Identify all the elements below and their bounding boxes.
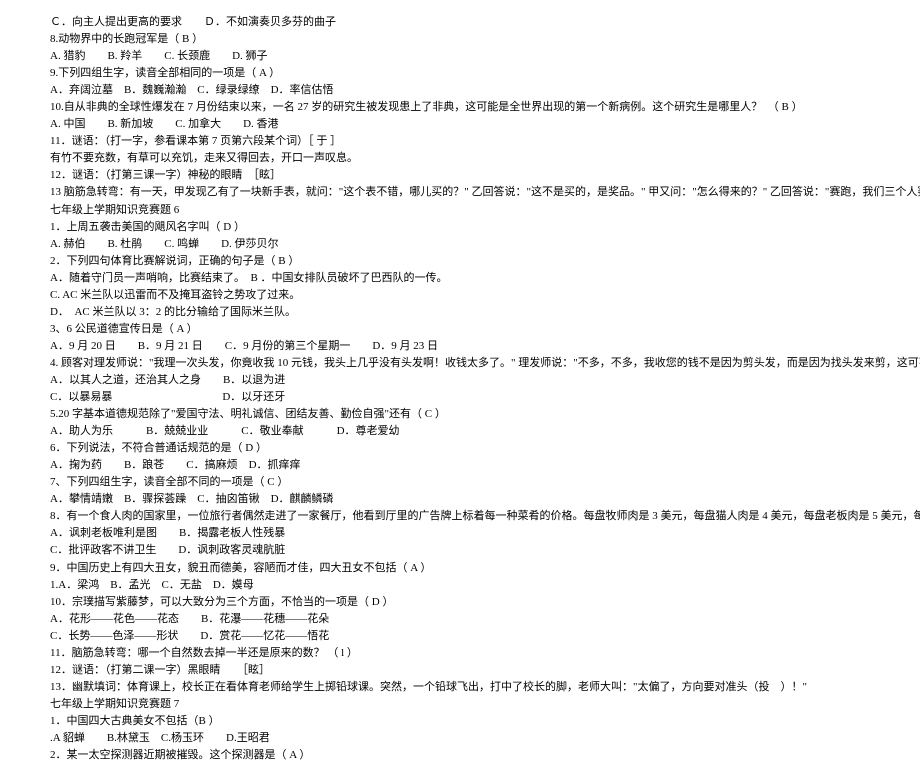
text-line: 10.自从非典的全球性爆发在 7 月份结束以来，一名 27 岁的研究生被发现患上…: [50, 99, 870, 116]
text-line: Ｃ．向主人提出更高的要求 Ｄ．不如演奏贝多芬的曲子: [50, 14, 870, 31]
text-line: 七年级上学期知识竞赛题 7: [50, 696, 870, 713]
text-line: 11．谜语：（打一字，参看课本第 7 页第六段某个词）［ 于 ］: [50, 133, 870, 150]
text-line: A. 中国 B. 新加坡 C. 加拿大 D. 香港: [50, 116, 870, 133]
text-line: .A 貂蝉 B.林黛玉 C.杨玉环 D.王昭君: [50, 730, 870, 747]
text-line: 有竹不要充数，有草可以充饥，走来又得回去，开口一声叹息。: [50, 150, 870, 167]
text-line: A．花形——花色——花态 B．花瀑——花穗——花朵: [50, 611, 870, 628]
text-line: 9．中国历史上有四大丑女，貌丑而德美，容陋而才佳，四大丑女不包括（ A ）: [50, 560, 870, 577]
text-line: 12．谜语：（打第二课一字）黑眼睛 ［眩］: [50, 662, 870, 679]
text-line: A．讽刺老板唯利是图 B．揭露老板人性残暴: [50, 525, 870, 542]
text-line: A．掬为药 B．踉苍 C．搞麻烦 D．抓痒痒: [50, 457, 870, 474]
text-line: 5.20 字基本道德规范除了"爱国守法、明礼诚信、团结友善、勤俭自强"还有（ C…: [50, 406, 870, 423]
text-line: 6．下列说法，不符合普通话规范的是（ D ）: [50, 440, 870, 457]
text-line: 1.A．梁鸿 B．孟光 C．无盐 D．嫫母: [50, 577, 870, 594]
text-line: A．随着守门员一声哨响，比赛结束了。 B ．中国女排队员破坏了巴西队的一传。: [50, 270, 870, 287]
text-line: A．以其人之道，还治其人之身 B．以退为进: [50, 372, 870, 389]
text-line: 12．谜语：（打第三课一字）神秘的眼睛 ［眩］: [50, 167, 870, 184]
text-line: 9.下列四组生字，读音全部相同的一项是（ A ）: [50, 65, 870, 82]
text-line: A. 猎豹 B. 羚羊 C. 长颈鹿 D. 狮子: [50, 48, 870, 65]
text-line: 4. 顾客对理发师说："我理一次头发，你竟收我 10 元钱，我头上几乎没有头发啊…: [50, 355, 870, 372]
text-line: A. 赫伯 B. 杜鹃 C. 鸣蝉 D. 伊莎贝尔: [50, 236, 870, 253]
text-line: C．以暴易暴 D．以牙还牙: [50, 389, 870, 406]
text-line: 2．某一太空探测器近期被摧毁。这个探测器是（ A ）: [50, 747, 870, 764]
text-line: C. AC 米兰队以迅雷而不及掩耳盗铃之势攻了过来。: [50, 287, 870, 304]
text-line: D． AC 米兰队以 3：2 的比分输给了国际米兰队。: [50, 304, 870, 321]
text-line: 13 脑筋急转弯：有一天，甲发现乙有了一块新手表，就问："这个表不错，哪儿买的？…: [50, 184, 870, 201]
text-line: 2．下列四句体育比赛解说词，正确的句子是（ B ）: [50, 253, 870, 270]
text-line: 七年级上学期知识竞赛题 6: [50, 202, 870, 219]
text-line: A．弃阔泣墓 B．魏巍瀚瀚 C．绿录绿缭 D．率信估悟: [50, 82, 870, 99]
text-line: C．长势——色泽——形状 D．赏花——忆花——悟花: [50, 628, 870, 645]
text-line: C．批评政客不讲卫生 D．讽刺政客灵魂肮脏: [50, 542, 870, 559]
text-line: 8．有一个食人肉的国家里，一位旅行者偶然走进了一家餐厅，他看到厅里的广告牌上标着…: [50, 508, 870, 525]
text-line: 10．宗璞描写紫藤梦，可以大致分为三个方面，不恰当的一项是（ D ）: [50, 594, 870, 611]
text-line: 7、下列四组生字，读音全部不同的一项是（ C ）: [50, 474, 870, 491]
text-line: 13．幽默填词：体育课上，校长正在看体育老师给学生上掷铅球课。突然，一个铅球飞出…: [50, 679, 870, 696]
text-line: A．助人为乐 B．兢兢业业 C．敬业奉献 D．尊老爱幼: [50, 423, 870, 440]
text-line: 1．中国四大古典美女不包括（B ）: [50, 713, 870, 730]
text-line: A．攀情靖嫩 B．骤探荟躁 C．抽囟笛锹 D．麒麟鳞磷: [50, 491, 870, 508]
text-line: 8.动物界中的长跑冠军是（ B ）: [50, 31, 870, 48]
text-line: A．9 月 20 日 B．9 月 21 日 C．9 月份的第三个星期一 D．9 …: [50, 338, 870, 355]
text-line: 11．脑筋急转弯：哪一个自然数去掉一半还是原来的数？ （ l ）: [50, 645, 870, 662]
text-line: 1．上周五袭击美国的飓风名字叫（ D ）: [50, 219, 870, 236]
text-line: 3、6 公民道德宣传日是（ A ）: [50, 321, 870, 338]
